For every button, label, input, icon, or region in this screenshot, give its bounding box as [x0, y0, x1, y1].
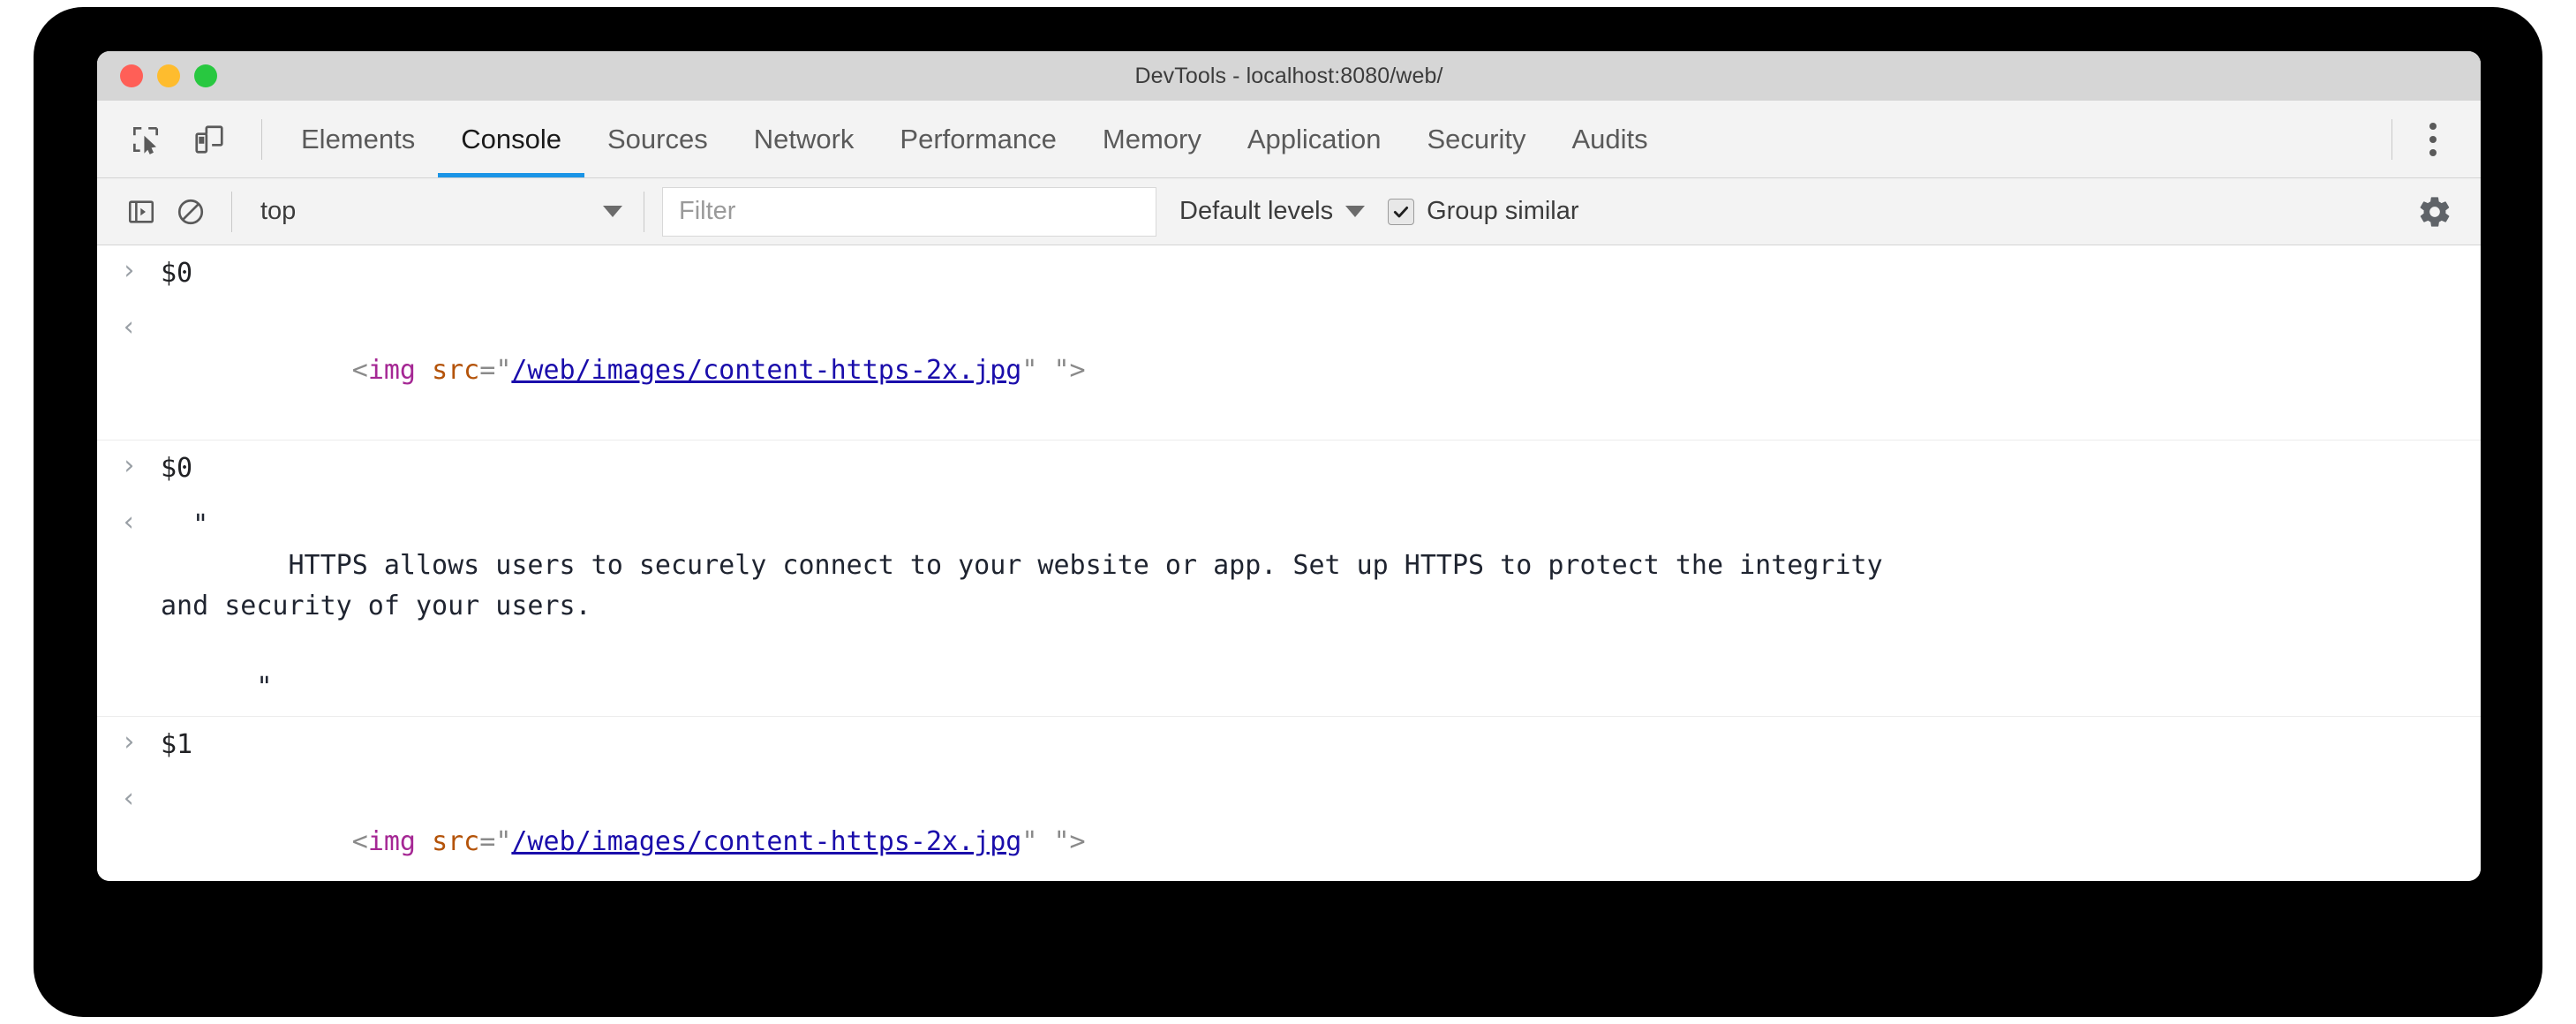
settings-group	[2410, 187, 2459, 237]
html-trailing: "	[1037, 355, 1070, 386]
console-input-text: $1	[161, 729, 193, 760]
tab-label: Console	[461, 123, 561, 154]
clear-console-icon[interactable]	[166, 187, 215, 237]
html-quote-open: "	[495, 826, 512, 857]
input-marker: ›	[97, 253, 161, 287]
chevron-right-icon: ›	[120, 450, 138, 481]
html-close-bracket: >	[1069, 826, 1086, 857]
chevron-left-icon: ‹	[120, 312, 138, 343]
devtools-window: DevTools - localhost:8080/web/ Elements …	[97, 51, 2481, 881]
output-marker: ‹	[97, 781, 161, 815]
inspect-element-icon[interactable]	[118, 112, 173, 167]
console-output-html: <img src="/web/images/content-https-2x.j…	[161, 310, 2481, 432]
chevron-right-icon: ›	[120, 727, 138, 757]
output-marker: ‹	[97, 310, 161, 343]
html-open-bracket: <	[351, 826, 368, 857]
console-output[interactable]: › $0 ‹ <img src="/web/images/content-htt…	[97, 245, 2481, 881]
tab-label: Audits	[1571, 123, 1648, 154]
tab-memory[interactable]: Memory	[1080, 101, 1224, 177]
tab-label: Memory	[1102, 123, 1201, 154]
html-equals: =	[479, 355, 496, 386]
chevron-down-icon	[603, 206, 622, 217]
html-quote-open: "	[495, 355, 512, 386]
tab-label: Security	[1427, 123, 1526, 154]
window-title: DevTools - localhost:8080/web/	[1134, 63, 1443, 88]
console-output-row: ‹ <img src="/web/images/content-https-2x…	[97, 773, 2481, 881]
html-tag-name: img	[367, 826, 416, 857]
tab-label: Network	[753, 123, 855, 154]
html-space	[416, 826, 432, 857]
tabbar-right-group	[2376, 112, 2481, 167]
html-open-bracket: <	[351, 355, 368, 386]
filter-input[interactable]: Filter	[662, 186, 1156, 237]
console-input-text: $0	[161, 453, 193, 484]
tab-console[interactable]: Console	[438, 101, 584, 177]
console-group: › $0 ‹ " HTTPS allows users to securely …	[97, 440, 2481, 717]
device-toolbar-icon[interactable]	[182, 112, 237, 167]
tab-security[interactable]: Security	[1405, 101, 1549, 177]
chevron-left-icon: ‹	[120, 783, 138, 814]
devtools-tabbar: Elements Console Sources Network Perform…	[97, 101, 2481, 178]
log-levels-label: Default levels	[1179, 197, 1334, 225]
group-similar-label: Group similar	[1427, 197, 1579, 225]
filter-placeholder: Filter	[679, 197, 736, 225]
html-trailing: "	[1037, 826, 1070, 857]
more-options-icon[interactable]	[2408, 112, 2458, 167]
chevron-right-icon: ›	[120, 255, 138, 286]
console-output-row: ‹ " HTTPS allows users to securely conne…	[97, 497, 2481, 716]
tab-label: Application	[1247, 123, 1382, 154]
tabbar-divider	[2391, 118, 2392, 160]
string-close-quote: "	[256, 672, 273, 703]
html-equals: =	[479, 826, 496, 857]
string-line-1: HTTPS allows users to securely connect t…	[161, 550, 1883, 581]
html-close-bracket: >	[1069, 355, 1086, 386]
devtools-tool-icons	[97, 112, 278, 167]
console-output-string: " HTTPS allows users to securely connect…	[161, 505, 2481, 708]
html-tag-name: img	[367, 355, 416, 386]
output-marker: ‹	[97, 505, 161, 538]
html-attr-link[interactable]: /web/images/content-https-2x.jpg	[511, 355, 1021, 386]
console-input-row[interactable]: › $0	[97, 440, 2481, 497]
console-input-row[interactable]: › $0	[97, 245, 2481, 302]
execution-context-value: top	[260, 197, 297, 225]
tab-performance[interactable]: Performance	[877, 101, 1079, 177]
html-quote-close: "	[1021, 826, 1038, 857]
console-sidebar-icon[interactable]	[117, 187, 166, 237]
tab-label: Performance	[900, 123, 1057, 154]
window-titlebar: DevTools - localhost:8080/web/	[97, 51, 2481, 101]
input-marker: ›	[97, 725, 161, 758]
string-line-2: and security of your users.	[161, 591, 591, 621]
console-output-html: <img src="/web/images/content-https-2x.j…	[161, 781, 2481, 881]
devtools-tabs: Elements Console Sources Network Perform…	[278, 101, 1671, 177]
html-quote-close: "	[1021, 355, 1038, 386]
log-levels-dropdown[interactable]: Default levels	[1179, 197, 1366, 226]
group-similar-checkbox[interactable]	[1388, 198, 1415, 225]
html-attr-name: src	[432, 826, 480, 857]
chevron-down-icon	[1345, 206, 1366, 217]
console-group: › $1 ‹ <img src="/web/images/content-htt…	[97, 717, 2481, 881]
toolbar-divider	[261, 118, 262, 160]
tab-label: Elements	[301, 123, 416, 154]
tab-label: Sources	[606, 123, 708, 154]
console-output-row: ‹ <img src="/web/images/content-https-2x…	[97, 302, 2481, 440]
input-marker: ›	[97, 448, 161, 482]
console-toolbar-divider	[231, 191, 232, 232]
tab-elements[interactable]: Elements	[278, 101, 438, 177]
gear-icon[interactable]	[2410, 187, 2459, 237]
console-group: › $0 ‹ <img src="/web/images/content-htt…	[97, 245, 2481, 440]
console-toolbar: top Filter Default levels Group similar	[97, 178, 2481, 245]
tab-audits[interactable]: Audits	[1548, 101, 1670, 177]
execution-context-select[interactable]: top	[248, 187, 628, 237]
html-attr-link[interactable]: /web/images/content-https-2x.jpg	[511, 826, 1021, 857]
tab-sources[interactable]: Sources	[584, 101, 731, 177]
group-similar-toggle[interactable]: Group similar	[1388, 197, 1579, 226]
html-attr-name: src	[432, 355, 480, 386]
html-space	[416, 355, 432, 386]
tab-application[interactable]: Application	[1224, 101, 1405, 177]
chevron-left-icon: ‹	[120, 507, 138, 538]
console-input-text: $0	[161, 258, 193, 289]
string-open-quote: "	[192, 509, 209, 540]
console-input-row[interactable]: › $1	[97, 717, 2481, 773]
tab-network[interactable]: Network	[731, 101, 877, 177]
